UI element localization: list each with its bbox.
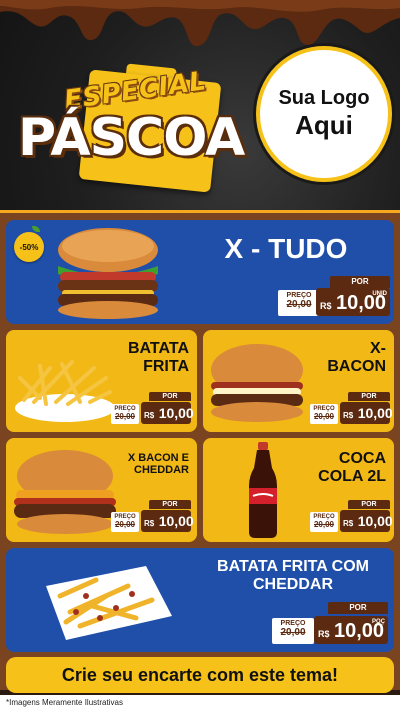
price-por-label: POR	[330, 276, 390, 288]
item-title-line2: FRITA	[143, 357, 189, 375]
footer-disclaimer: *Imagens Meramente Ilustrativas	[0, 695, 400, 711]
price-old: PREÇO 20,00	[310, 512, 338, 532]
soda-bottle-icon	[249, 442, 277, 538]
item-title-x-tudo: X - TUDO	[224, 233, 348, 264]
price-tag: POR PREÇO 20,00 R$ 10,00	[310, 392, 393, 424]
item-title-line2: BACON	[327, 357, 386, 375]
item-title-line1: BATATA FRITA COM	[217, 558, 369, 575]
price-por-label: POR	[328, 602, 388, 614]
item-title-line1: BATATA	[127, 340, 189, 357]
price-current: R$ 10,00	[141, 510, 194, 532]
price-por-label: POR	[348, 500, 390, 509]
cta-banner: Crie seu encarte com este tema!	[6, 657, 394, 693]
price-value: 10,00	[357, 513, 393, 529]
item-title-line2: COLA 2L	[318, 467, 386, 485]
burger-icon	[14, 450, 116, 534]
especial-pascoa-badge: ESPECIAL PÁSCOA	[18, 62, 250, 202]
discount-badge: -50%	[14, 232, 44, 262]
price-currency: R$	[144, 411, 155, 420]
item-title-batata-frita: BATATA FRITA	[99, 340, 189, 375]
item-title-line2: CHEDDAR	[253, 575, 333, 593]
price-unit: UNID	[372, 291, 387, 297]
price-unit: POÇ	[371, 619, 385, 625]
logo-placeholder-line1: Sua Logo	[278, 87, 370, 109]
price-old-value: 20,00	[313, 412, 335, 421]
price-currency: R$	[320, 301, 332, 311]
item-title-line1: X BACON E	[127, 452, 189, 464]
price-tag: POR PREÇO 20,00 R$ 10,00	[310, 500, 393, 532]
logo-placeholder-line2: Aqui	[295, 110, 353, 140]
item-title-line1: COCA	[338, 450, 386, 467]
price-old: PREÇO 20,00	[272, 618, 314, 644]
burger-icon	[58, 228, 158, 319]
price-current: R$ 10,00	[340, 402, 393, 424]
item-title-batata-cheddar: BATATA FRITA COM CHEDDAR	[196, 558, 390, 593]
menu-card-batata-cheddar: BATATA FRITA COM CHEDDAR POR PREÇO 20,00…	[6, 548, 394, 652]
price-old-value: 20,00	[286, 299, 312, 310]
price-por-label: POR	[149, 500, 191, 509]
burger-icon	[211, 344, 303, 422]
price-currency: R$	[343, 411, 354, 420]
fries-cheddar-icon	[46, 566, 172, 640]
leaf-icon	[32, 226, 40, 232]
price-currency: R$	[318, 629, 330, 639]
price-tag: POR PREÇO 20,00 R$ 10,00 UNID	[278, 276, 394, 320]
item-title-line2: CHEDDAR	[134, 464, 189, 477]
price-old: PREÇO 20,00	[111, 404, 139, 424]
price-current: R$ 10,00	[141, 402, 194, 424]
price-value: 10,00	[158, 405, 194, 421]
badge-pascoa-text: PÁSCOA	[18, 108, 245, 168]
item-title-line1: X-	[370, 340, 386, 357]
menu-card-x-bacon: X- BACON POR PREÇO 20,00 R$ 10,00	[203, 330, 394, 432]
item-title-coca-cola: COCA COLA 2L	[296, 450, 386, 485]
menu-card-batata-frita: BATATA FRITA POR PREÇO 20,00 R$ 10,00	[6, 330, 197, 432]
price-old: PREÇO 20,00	[278, 290, 320, 316]
price-old-value: 20,00	[313, 520, 335, 529]
price-preco-label: PREÇO	[280, 620, 306, 627]
price-currency: R$	[343, 519, 354, 528]
price-tag: POR PREÇO 20,00 R$ 10,00	[111, 392, 194, 424]
item-title-x-bacon-cheddar: X BACON E CHEDDAR	[109, 452, 189, 476]
item-title-x-bacon: X- BACON	[306, 340, 386, 375]
price-current: R$ 10,00 UNID	[316, 288, 390, 316]
menu-card-coca-cola: COCA COLA 2L POR PREÇO 20,00 R$ 10,00	[203, 438, 394, 542]
price-preco-label: PREÇO	[286, 292, 312, 299]
menu-card-x-bacon-cheddar: X BACON E CHEDDAR POR PREÇO 20,00 R$ 10,…	[6, 438, 197, 542]
price-old-value: 20,00	[114, 520, 136, 529]
price-por-label: POR	[149, 392, 191, 401]
price-old: PREÇO 20,00	[111, 512, 139, 532]
price-current: R$ 10,00	[340, 510, 393, 532]
price-tag: POR PREÇO 20,00 R$ 10,00	[111, 500, 194, 532]
header: ESPECIAL PÁSCOA Sua Logo Aqui	[0, 0, 400, 215]
logo-placeholder: Sua Logo Aqui	[256, 46, 392, 182]
price-value: 10,00	[158, 513, 194, 529]
price-current: R$ 10,00 POÇ	[314, 616, 388, 644]
price-old: PREÇO 20,00	[310, 404, 338, 424]
price-tag: POR PREÇO 20,00 R$ 10,00 POÇ	[272, 602, 392, 648]
price-value: 10,00	[357, 405, 393, 421]
price-currency: R$	[144, 519, 155, 528]
price-old-value: 20,00	[280, 627, 306, 638]
menu-card-x-tudo: -50% X - TUDO POR PREÇO 20,00 R$ 10,00 U…	[6, 220, 394, 324]
price-por-label: POR	[348, 392, 390, 401]
price-old-value: 20,00	[114, 412, 136, 421]
